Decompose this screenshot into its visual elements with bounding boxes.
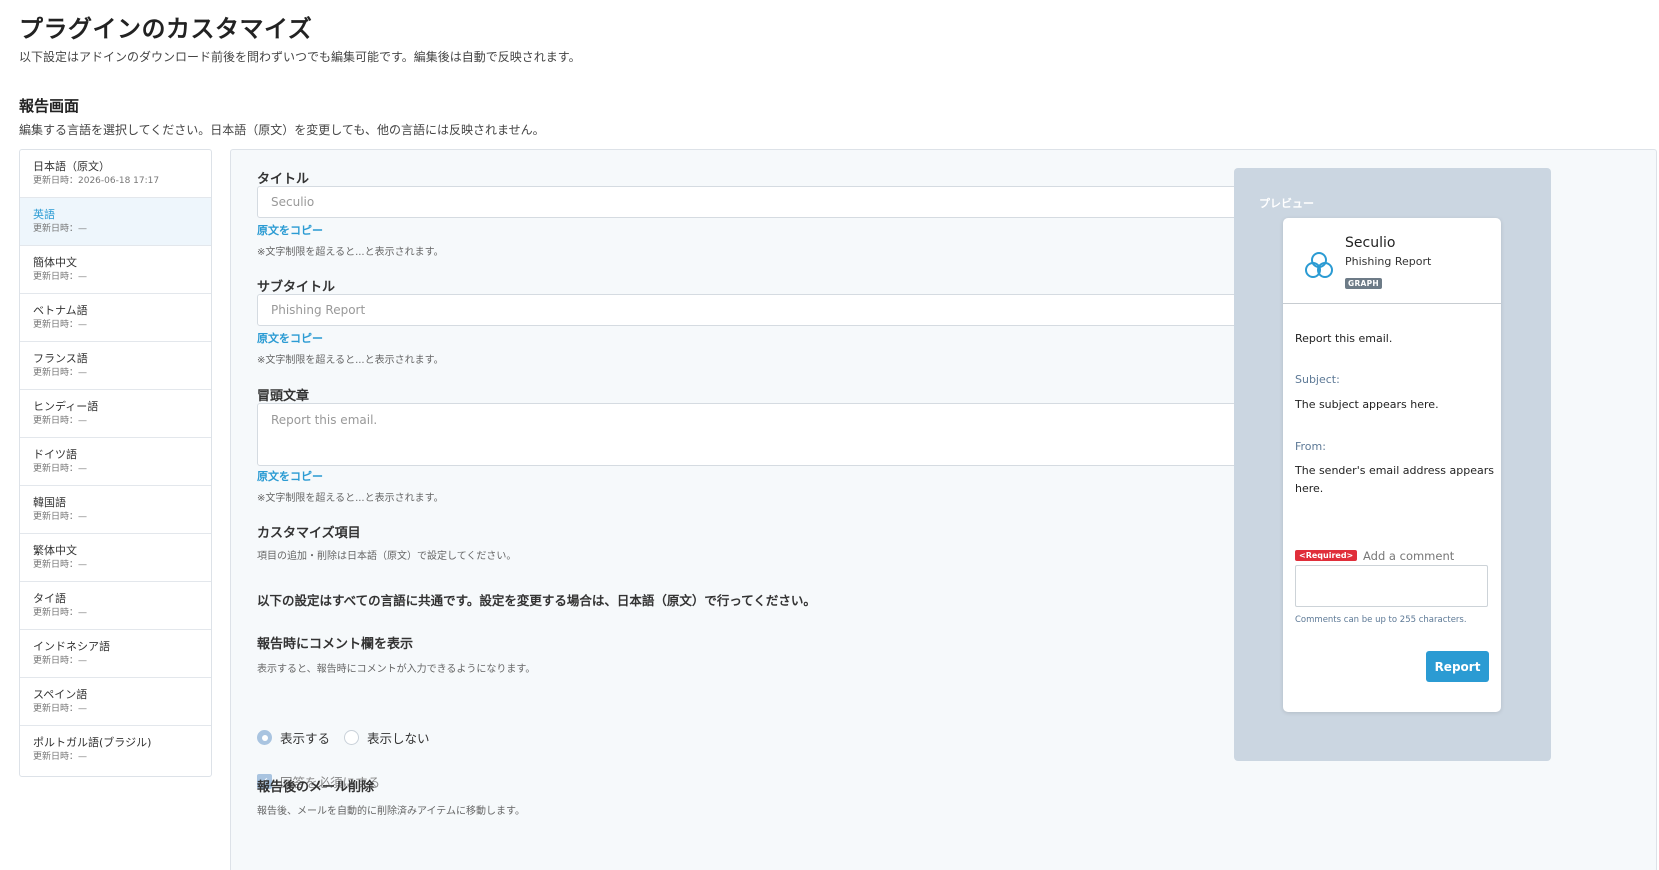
language-updated: 更新日時：— xyxy=(33,752,88,762)
language-updated: 更新日時：— xyxy=(33,512,88,522)
preview-comment-hint: Comments can be up to 255 characters. xyxy=(1295,615,1467,625)
language-updated: 更新日時：— xyxy=(33,368,88,378)
language-item-hindi[interactable]: ヒンディー語 更新日時：— xyxy=(20,390,211,438)
custom-items-hint: 項目の追加・削除は日本語（原文）で設定してください。 xyxy=(257,551,517,562)
preview-panel: プレビュー Seculio Phishing Report GRAPH Repo… xyxy=(1234,168,1551,761)
radio-show-label[interactable]: 表示する xyxy=(280,728,330,747)
language-updated: 更新日時：— xyxy=(33,704,88,714)
common-settings-note: 以下の設定はすべての言語に共通です。設定を変更する場合は、日本語（原文）で行って… xyxy=(257,593,816,608)
preview-card-header: Seculio Phishing Report GRAPH xyxy=(1283,218,1501,304)
required-badge: <Required> xyxy=(1295,550,1358,561)
preview-subject-text: The subject appears here. xyxy=(1295,398,1439,411)
copy-original-link[interactable]: 原文をコピー xyxy=(257,222,323,238)
intro-label: 冒頭文章 xyxy=(257,389,310,404)
subtitle-label: サブタイトル xyxy=(257,280,336,295)
preview-comment-textarea[interactable] xyxy=(1295,565,1488,607)
language-name: 簡体中文 xyxy=(33,256,77,269)
delete-after-report-label: 報告後のメール削除 xyxy=(257,780,375,795)
language-name: タイ語 xyxy=(33,592,66,605)
preview-app-name: Seculio xyxy=(1345,235,1396,251)
title-label: タイトル xyxy=(257,172,310,187)
language-updated: 更新日時：— xyxy=(33,608,88,618)
language-item-german[interactable]: ドイツ語 更新日時：— xyxy=(20,438,211,486)
subtitle-input[interactable] xyxy=(257,294,1279,326)
language-name: 繁体中文 xyxy=(33,544,77,557)
preview-card: Seculio Phishing Report GRAPH Report thi… xyxy=(1283,218,1501,712)
language-item-portuguese-brazil[interactable]: ポルトガル語(ブラジル) 更新日時：— xyxy=(20,726,211,774)
language-name: 韓国語 xyxy=(33,496,66,509)
intro-textarea[interactable] xyxy=(257,403,1279,466)
language-updated: 更新日時：— xyxy=(33,272,88,282)
language-item-simplified-chinese[interactable]: 簡体中文 更新日時：— xyxy=(20,246,211,294)
page-subtitle: 以下設定はアドインのダウンロード前後を問わずいつでも編集可能です。編集後は自動で… xyxy=(19,50,581,64)
comment-field-hint: 表示すると、報告時にコメントが入力できるようになります。 xyxy=(257,664,536,675)
preview-intro: Report this email. xyxy=(1295,332,1393,345)
preview-from-text: The sender's email address appears here. xyxy=(1295,464,1494,495)
comment-field-label: 報告時にコメント欄を表示 xyxy=(257,637,414,652)
language-item-thai[interactable]: タイ語 更新日時：— xyxy=(20,582,211,630)
language-item-indonesian[interactable]: インドネシア語 更新日時：— xyxy=(20,630,211,678)
language-list: 日本語（原文） 更新日時：2026-06-18 17:17 英語 更新日時：— … xyxy=(19,149,212,777)
preview-from-label: From: xyxy=(1295,440,1326,453)
copy-original-link[interactable]: 原文をコピー xyxy=(257,468,323,484)
graph-badge: GRAPH xyxy=(1345,278,1383,289)
delete-after-report-hint: 報告後、メールを自動的に削除済みアイテムに移動します。 xyxy=(257,806,525,817)
language-updated: 更新日時：— xyxy=(33,416,88,426)
language-name: ポルトガル語(ブラジル) xyxy=(33,736,152,749)
preview-label: プレビュー xyxy=(1259,197,1314,210)
seculio-logo-icon xyxy=(1305,252,1333,278)
language-name: ドイツ語 xyxy=(33,448,77,461)
limit-hint: ※文字制限を超えると...と表示されます。 xyxy=(257,493,444,504)
title-input[interactable] xyxy=(257,186,1279,218)
limit-hint: ※文字制限を超えると...と表示されます。 xyxy=(257,247,444,258)
language-item-japanese[interactable]: 日本語（原文） 更新日時：2026-06-18 17:17 xyxy=(20,150,211,198)
language-item-vietnamese[interactable]: ベトナム語 更新日時：— xyxy=(20,294,211,342)
report-button[interactable]: Report xyxy=(1426,651,1489,682)
language-updated: 更新日時：— xyxy=(33,320,88,330)
preview-app-subtitle: Phishing Report xyxy=(1345,255,1432,268)
language-item-korean[interactable]: 韓国語 更新日時：— xyxy=(20,486,211,534)
page-title: プラグインのカスタマイズ xyxy=(19,15,313,43)
language-updated: 更新日時：— xyxy=(33,560,88,570)
language-updated: 更新日時：— xyxy=(33,656,88,666)
custom-items-label: カスタマイズ項目 xyxy=(257,526,361,541)
language-item-french[interactable]: フランス語 更新日時：— xyxy=(20,342,211,390)
language-name: フランス語 xyxy=(33,352,88,365)
section-description: 編集する言語を選択してください。日本語（原文）を変更しても、他の言語には反映され… xyxy=(19,123,545,137)
comment-visibility-radio-group: 表示する 表示しない xyxy=(257,728,444,747)
language-item-english[interactable]: 英語 更新日時：— xyxy=(20,198,211,246)
copy-original-link[interactable]: 原文をコピー xyxy=(257,330,323,346)
language-name: 英語 xyxy=(33,208,55,221)
language-name: インドネシア語 xyxy=(33,640,110,653)
language-name: ヒンディー語 xyxy=(33,400,99,413)
limit-hint: ※文字制限を超えると...と表示されます。 xyxy=(257,355,444,366)
radio-hide[interactable] xyxy=(344,730,360,745)
preview-comment-label: Add a comment xyxy=(1363,549,1455,563)
preview-subject-label: Subject: xyxy=(1295,373,1340,386)
language-name: 日本語（原文） xyxy=(33,160,110,173)
language-item-traditional-chinese[interactable]: 繁体中文 更新日時：— xyxy=(20,534,211,582)
language-updated: 更新日時：— xyxy=(33,224,88,234)
language-name: スペイン語 xyxy=(33,688,88,701)
radio-show[interactable] xyxy=(257,730,272,745)
section-title: 報告画面 xyxy=(19,97,80,115)
edit-panel: タイトル 原文をコピー ※文字制限を超えると...と表示されます。 サブタイトル… xyxy=(230,149,1657,870)
language-name: ベトナム語 xyxy=(33,304,88,317)
radio-hide-label[interactable]: 表示しない xyxy=(367,728,430,747)
language-updated: 更新日時：— xyxy=(33,464,88,474)
language-item-spanish[interactable]: スペイン語 更新日時：— xyxy=(20,678,211,726)
language-updated: 更新日時：2026-06-18 17:17 xyxy=(33,176,160,186)
